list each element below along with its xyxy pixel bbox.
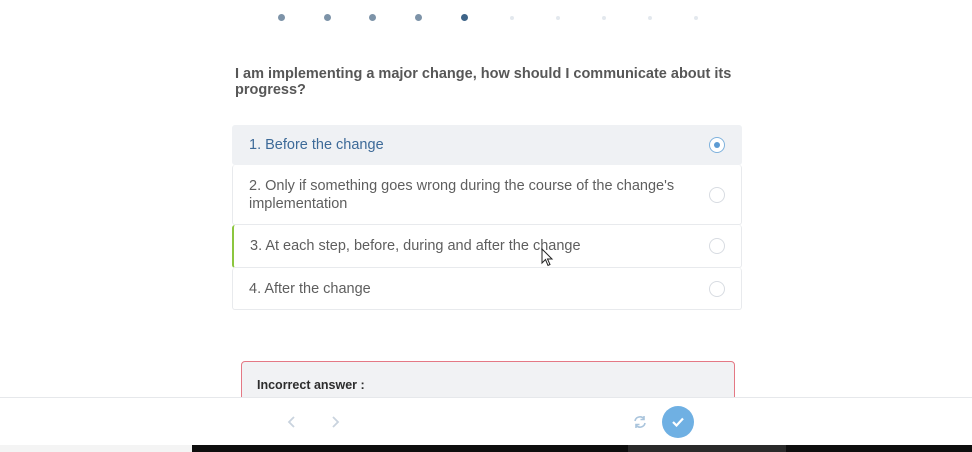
progress-dot [415, 14, 422, 21]
answer-option-4[interactable]: 4. After the change [232, 268, 742, 310]
radio-button[interactable] [709, 280, 725, 297]
answer-label: 4. After the change [249, 280, 371, 297]
taskbar-area [192, 445, 972, 452]
previous-button[interactable] [282, 412, 302, 432]
taskbar-active-segment [628, 445, 786, 452]
progress-dot [510, 16, 514, 20]
radio-button[interactable] [709, 238, 725, 254]
answer-option-1[interactable]: 1. Before the change [232, 125, 742, 165]
answer-label: 3. At each step, before, during and afte… [250, 238, 581, 254]
answer-label: 2. Only if something goes wrong during t… [249, 177, 675, 212]
question-text: I am implementing a major change, how sh… [235, 66, 732, 98]
refresh-icon [634, 416, 646, 428]
feedback-title: Incorrect answer : [257, 378, 365, 392]
progress-dot [278, 14, 285, 21]
radio-button-checked[interactable] [709, 137, 725, 153]
next-button[interactable] [325, 412, 345, 432]
progress-dot [648, 16, 652, 20]
answer-list: 1. Before the change 2. Only if somethin… [232, 125, 742, 310]
progress-dot [694, 16, 698, 20]
progress-dot [369, 14, 376, 21]
radio-button[interactable] [709, 186, 725, 203]
progress-dot-current [461, 14, 468, 21]
taskbar [0, 445, 972, 452]
mouse-cursor-icon [541, 248, 554, 267]
chevron-right-icon [332, 416, 340, 428]
progress-indicator [270, 12, 720, 24]
progress-dot [602, 16, 606, 20]
chevron-left-icon [287, 416, 295, 428]
progress-dot [556, 16, 560, 20]
progress-dot [324, 14, 331, 21]
bottom-navigation-bar [0, 397, 972, 446]
submit-button[interactable] [662, 406, 694, 438]
answer-label: 1. Before the change [249, 137, 384, 153]
reset-button[interactable] [630, 412, 650, 432]
answer-option-2[interactable]: 2. Only if something goes wrong during t… [232, 165, 742, 225]
check-icon [672, 417, 684, 427]
answer-option-3[interactable]: 3. At each step, before, during and afte… [232, 225, 742, 268]
